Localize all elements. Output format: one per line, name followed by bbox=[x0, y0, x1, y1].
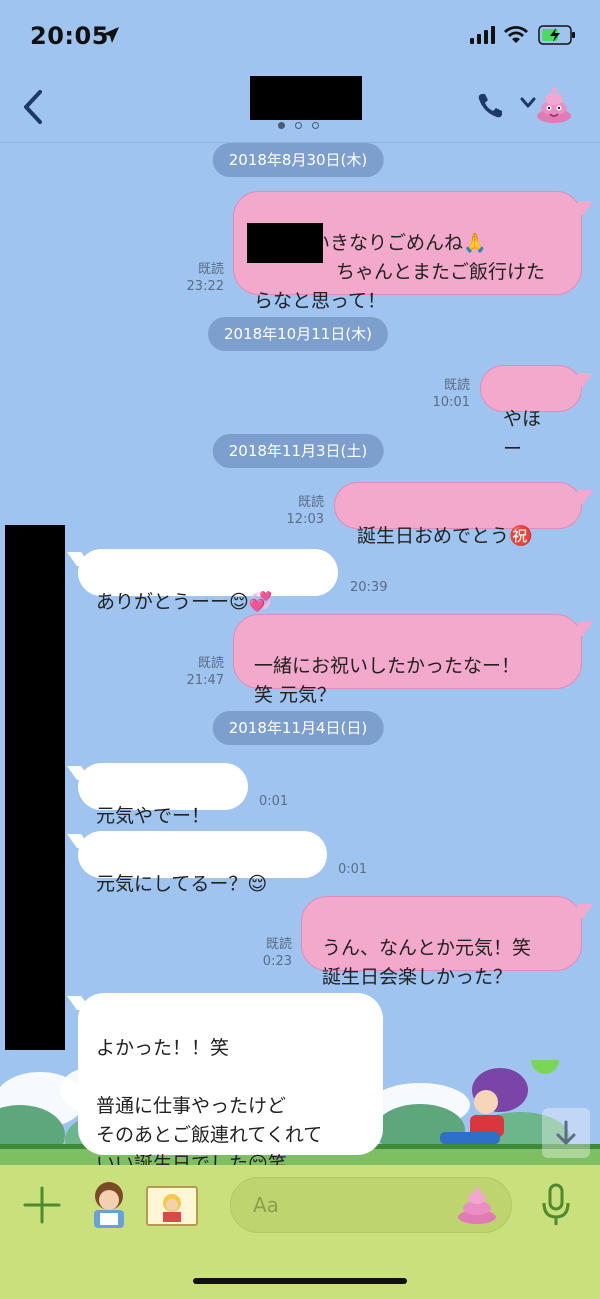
message-time: 12:03 bbox=[286, 512, 324, 527]
message-time: 20:39 bbox=[350, 580, 388, 595]
plus-icon[interactable] bbox=[22, 1185, 62, 1225]
message-time: 10:01 bbox=[432, 395, 470, 410]
message-time: 23:22 bbox=[186, 279, 224, 294]
read-receipt: 既読 bbox=[265, 937, 292, 952]
message-text: 一緒にお祝いしたかったなー！ 笑 元気？ bbox=[254, 655, 521, 706]
message-text: やほー bbox=[503, 408, 542, 460]
message-text: うん、なんとか元気！笑 誕生日会楽しかった？ bbox=[322, 937, 532, 988]
date-separator: 2018年11月4日(日) bbox=[212, 711, 384, 745]
received-message-bubble[interactable]: 元気やでー！ bbox=[78, 763, 248, 827]
message-time: 0:01 bbox=[259, 794, 289, 809]
name-redacted bbox=[247, 223, 323, 263]
message-text: 誕生日おめでとう㊗️ bbox=[357, 525, 533, 547]
message-meta: 既読 23:22 bbox=[182, 261, 224, 295]
home-indicator bbox=[193, 1278, 407, 1284]
message-text: よかった！！笑 普通に仕事やったけど そのあとご飯連れてくれて いい誕生日でした… bbox=[96, 1037, 323, 1175]
received-message-bubble[interactable]: よかった！！笑 普通に仕事やったけど そのあとご飯連れてくれて いい誕生日でした… bbox=[78, 993, 383, 1175]
chat-header bbox=[0, 70, 600, 143]
wifi-icon bbox=[504, 26, 528, 43]
chat-title-redacted bbox=[250, 76, 362, 120]
photo-sticker-icon[interactable] bbox=[146, 1186, 198, 1226]
read-receipt: 既読 bbox=[197, 656, 224, 671]
message-meta: 既読 21:47 bbox=[182, 655, 224, 689]
back-chevron-icon[interactable] bbox=[18, 88, 48, 126]
date-separator: 2018年11月3日(土) bbox=[212, 434, 384, 468]
page-dot bbox=[278, 122, 285, 129]
message-time: 0:01 bbox=[338, 862, 368, 877]
message-meta: 既読 0:23 bbox=[250, 936, 292, 970]
received-message-bubble[interactable]: 元気にしてるー？😌 bbox=[78, 831, 327, 895]
received-message-bubble[interactable]: ありがとうーー😌💞 bbox=[78, 549, 338, 613]
sent-message-bubble[interactable]: 一緒にお祝いしたかったなー！ 笑 元気？ bbox=[233, 614, 582, 706]
page-dot bbox=[312, 122, 319, 129]
arrow-down-icon bbox=[556, 1120, 576, 1145]
message-meta: 既読 10:01 bbox=[428, 377, 470, 411]
message-text: 元気やでー！ bbox=[96, 805, 211, 827]
date-separator: 2018年8月30日(木) bbox=[212, 143, 384, 177]
status-bar: 20:05 bbox=[0, 0, 600, 70]
message-text: ありがとうーー😌💞 bbox=[96, 591, 273, 613]
message-time: 0:23 bbox=[262, 954, 292, 969]
poop-character-avatar-icon[interactable] bbox=[536, 84, 572, 124]
location-arrow-icon bbox=[103, 27, 119, 43]
read-receipt: 既読 bbox=[297, 495, 324, 510]
message-time: 21:47 bbox=[186, 673, 224, 688]
cellular-signal-icon bbox=[470, 26, 495, 44]
message-meta: 既読 12:03 bbox=[282, 494, 324, 528]
page-dot bbox=[295, 122, 302, 129]
date-separator: 2018年10月11日(木) bbox=[207, 317, 389, 351]
avatar-redacted bbox=[5, 525, 65, 1050]
sent-message-bubble[interactable]: 誕生日おめでとう㊗️ bbox=[334, 482, 582, 547]
message-text: 元気にしてるー？😌 bbox=[96, 873, 268, 895]
sent-message-bubble[interactable]: うん、なんとか元気！笑 誕生日会楽しかった？ bbox=[301, 896, 582, 988]
phone-call-icon[interactable] bbox=[476, 92, 504, 120]
read-receipt: 既読 bbox=[443, 378, 470, 393]
battery-charging-icon bbox=[538, 25, 575, 45]
sent-message-bubble[interactable]: やほー bbox=[480, 365, 582, 460]
emoji-sticker-button-icon[interactable] bbox=[456, 1183, 498, 1225]
clock: 20:05 bbox=[30, 22, 109, 50]
page-indicator bbox=[278, 122, 319, 129]
sticker-character-icon[interactable] bbox=[84, 1178, 134, 1232]
scroll-to-bottom-button[interactable] bbox=[542, 1108, 590, 1158]
read-receipt: 既読 bbox=[197, 262, 224, 277]
microphone-icon[interactable] bbox=[540, 1183, 572, 1227]
chevron-down-icon[interactable] bbox=[520, 96, 536, 110]
